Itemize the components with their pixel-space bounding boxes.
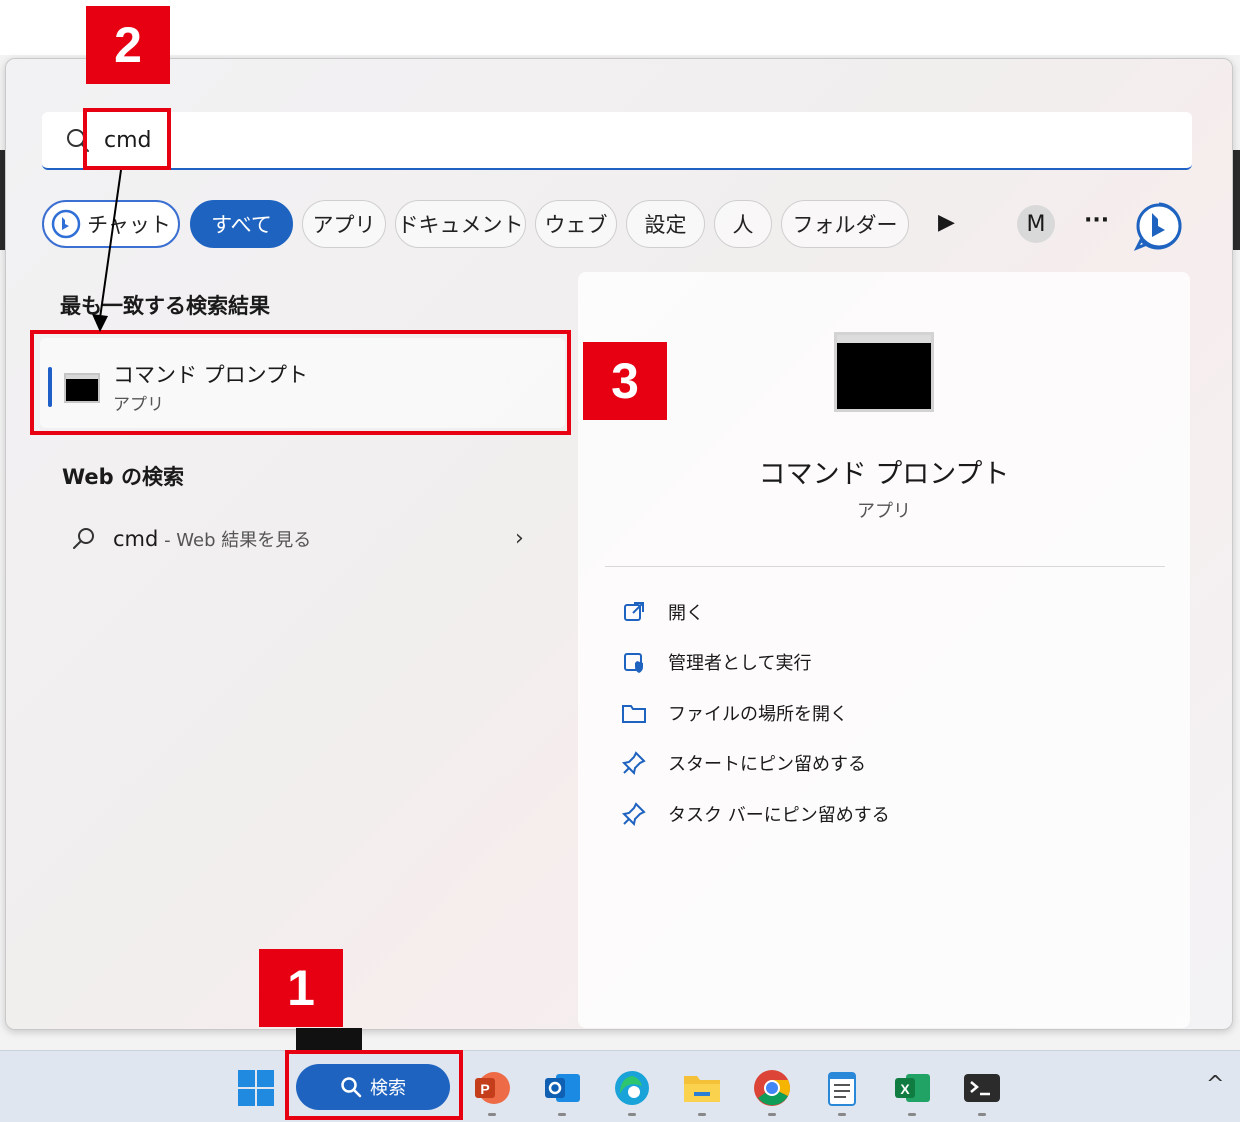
annotation-arrow (92, 169, 122, 332)
